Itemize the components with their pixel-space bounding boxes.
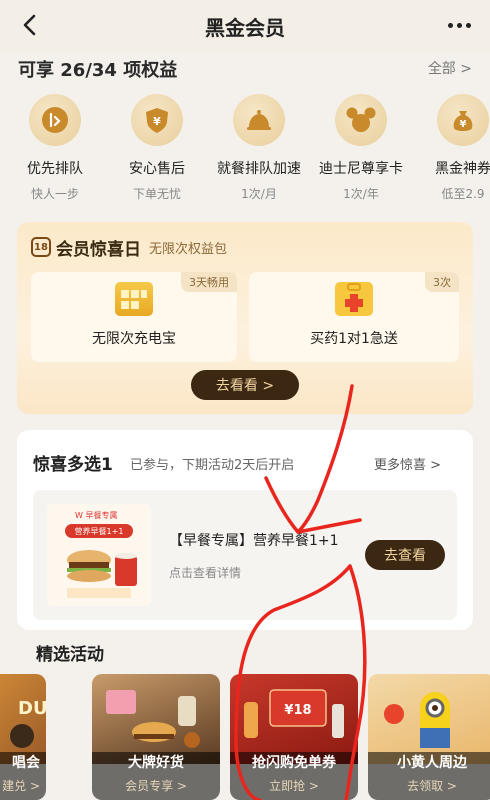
go-view-button[interactable]: 去查看 <box>365 540 445 570</box>
count-tag: 3次 <box>425 272 459 292</box>
product-detail-link[interactable]: 点击查看详情 <box>169 564 241 581</box>
benefit-sub: 低至2.9 <box>441 187 485 201</box>
money-bag-icon: ¥ <box>437 94 489 146</box>
activity-name: 大牌好货 <box>128 755 184 771</box>
coupon-value-text: ¥18 <box>284 703 311 718</box>
featured-activities-title: 精选活动 <box>36 645 104 665</box>
breakfast-product-image: W 早餐专属 营养早餐1+1 <box>47 504 151 606</box>
member-surprise-day-card: 18 会员惊喜日 无限次权益包 3天畅用 无限次充电宝 3次 买药1对1急送 去… <box>17 222 473 414</box>
benefit-aftersale[interactable]: ¥ 安心售后 下单无忧 <box>102 94 212 202</box>
duration-tag: 3天畅用 <box>181 272 237 292</box>
benefit-sub: 1次/月 <box>241 187 277 201</box>
activity-minions-merch[interactable]: 小黄人周边 去领取 > <box>368 674 490 800</box>
benefit-name: 优先排队 <box>27 161 83 177</box>
activity-sub: 建兑 > <box>2 779 40 793</box>
first-aid-kit-icon <box>335 282 373 316</box>
image-brand-text: W 早餐专属 <box>75 510 117 520</box>
flash-coupon-image: ¥18 <box>230 674 358 764</box>
activity-brand-goods[interactable]: 大牌好货 会员专享 > <box>92 674 220 800</box>
svg-text:¥: ¥ <box>153 115 161 128</box>
power-bank-icon <box>115 282 153 316</box>
surprise-day-header: 18 会员惊喜日 无限次权益包 <box>31 234 227 260</box>
all-benefits-link[interactable]: 全部 > <box>428 58 472 78</box>
activity-flash-free-coupon[interactable]: ¥18 抢闪购免单券 立即抢 > <box>230 674 358 800</box>
benefit-sub: 快人一步 <box>30 187 79 201</box>
minions-image <box>368 674 490 764</box>
benefit-label: 无限次充电宝 <box>92 331 176 347</box>
benefits-header: 可享 26/34 项权益 全部 > <box>18 56 478 82</box>
activities-carousel: DU 唱会 建兑 > 大牌好货 会员专享 > ¥18 抢闪购免单券 立即抢 > … <box>0 674 490 800</box>
benefit-name: 迪士尼尊享卡 <box>319 161 403 177</box>
top-nav-bar: 黑金会员 <box>0 0 490 52</box>
shield-icon: ¥ <box>131 94 183 146</box>
page-title: 黑金会员 <box>205 16 285 40</box>
product-name: 【早餐专属】营养早餐1+1 <box>169 533 339 549</box>
benefit-name: 安心售后 <box>129 161 185 177</box>
power-bank-benefit[interactable]: 3天畅用 无限次充电宝 <box>31 272 237 362</box>
dining-bell-icon <box>233 94 285 146</box>
benefit-black-gold-coupon[interactable]: ¥ 黑金神券 低至2.9 <box>408 94 490 202</box>
activity-name: 唱会 <box>12 755 40 771</box>
benefits-count-title: 可享 26/34 项权益 <box>18 60 178 81</box>
benefit-disney-card[interactable]: 迪士尼尊享卡 1次/年 <box>306 94 416 202</box>
brand-goods-image <box>92 674 220 764</box>
go-look-button[interactable]: 去看看 > <box>191 370 299 400</box>
benefit-priority-queue[interactable]: 优先排队 快人一步 <box>20 94 110 202</box>
activity-sub: 去领取 > <box>407 779 457 793</box>
surprise-day-title: 会员惊喜日 <box>56 239 141 260</box>
activity-name: 抢闪购免单券 <box>252 755 336 771</box>
activity-sub: 立即抢 > <box>269 779 319 793</box>
activity-concert[interactable]: DU 唱会 建兑 > <box>0 674 46 800</box>
concert-image: DU <box>0 674 46 764</box>
multi-pick-title: 惊喜多选1 <box>33 455 113 475</box>
more-surprises-link[interactable]: 更多惊喜 > <box>374 454 441 473</box>
medicine-delivery-benefit[interactable]: 3次 买药1对1急送 <box>249 272 459 362</box>
benefit-name: 就餐排队加速 <box>217 161 301 177</box>
concert-badge-text: DU <box>18 698 46 719</box>
day-18-badge: 18 <box>31 237 51 257</box>
benefits-icons-row: 优先排队 快人一步 ¥ 安心售后 下单无忧 就餐排队加速 1次/月 迪士尼尊享卡… <box>20 94 490 204</box>
activity-sub: 会员专享 > <box>125 779 187 793</box>
breakfast-product-item[interactable]: W 早餐专属 营养早餐1+1 【早餐专属】营养早餐1+1 点击查看详情 去查看 <box>33 490 457 620</box>
multi-pick-status: 已参与，下期活动2天后开启 <box>130 458 295 473</box>
queue-icon <box>29 94 81 146</box>
svg-text:¥: ¥ <box>460 119 467 130</box>
benefit-label: 买药1对1急送 <box>310 331 398 347</box>
activity-name: 小黄人周边 <box>397 755 467 771</box>
benefit-sub: 下单无忧 <box>132 187 181 201</box>
surprise-day-subtitle: 无限次权益包 <box>149 241 228 257</box>
benefit-sub: 1次/年 <box>343 187 379 201</box>
benefit-name: 黑金神券 <box>435 161 490 177</box>
mickey-icon <box>335 94 387 146</box>
benefit-dining-queue[interactable]: 就餐排队加速 1次/月 <box>204 94 314 202</box>
more-options-button[interactable] <box>444 12 474 38</box>
surprise-multi-pick-card: 惊喜多选1 已参与，下期活动2天后开启 更多惊喜 > W 早餐专属 营养早餐1+… <box>17 430 473 630</box>
image-promo-text: 营养早餐1+1 <box>75 526 124 536</box>
